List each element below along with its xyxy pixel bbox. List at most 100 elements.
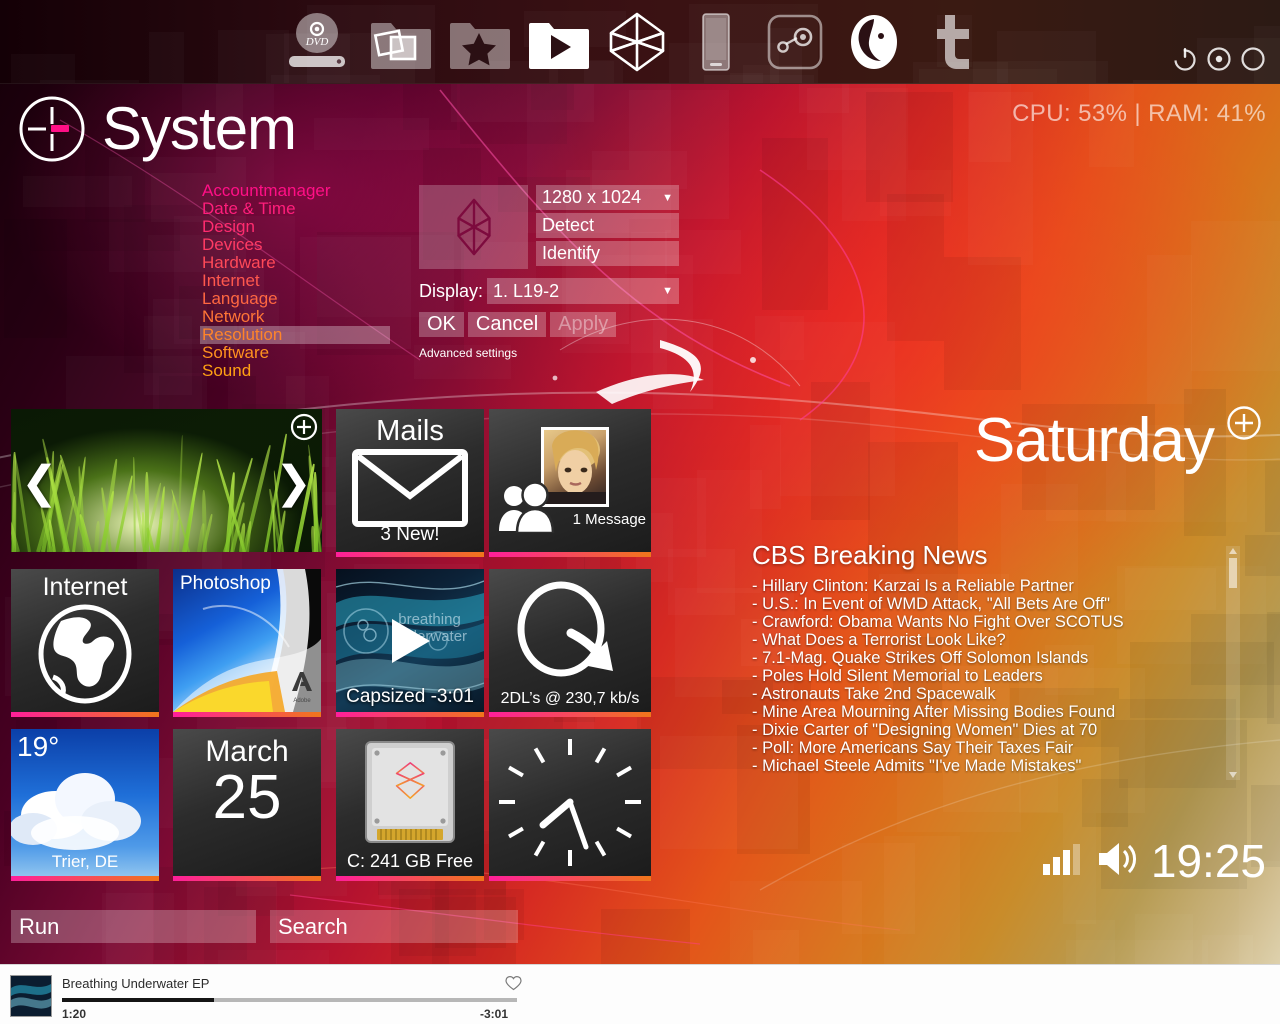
download-tile[interactable]: 2DL’s @ 230,7 kb/s: [489, 569, 651, 717]
sidebar-item-internet[interactable]: Internet: [200, 272, 390, 290]
news-item[interactable]: - Astronauts Take 2nd Spacewalk: [752, 685, 1232, 703]
seek-bar[interactable]: [62, 998, 517, 1002]
news-item[interactable]: - Hillary Clinton: Karzai Is a Reliable …: [752, 577, 1232, 595]
run-input[interactable]: Run: [11, 910, 256, 943]
search-input[interactable]: Search: [270, 910, 518, 943]
sidebar-item-design[interactable]: Design: [200, 218, 390, 236]
sleep-icon[interactable]: [1206, 46, 1232, 77]
news-item[interactable]: - Dixie Carter of "Designing Women" Dies…: [752, 721, 1232, 739]
weather-temperature: 19°: [17, 731, 60, 762]
tile-accent-bar: [489, 876, 651, 881]
analog-clock-tile[interactable]: [489, 729, 651, 881]
tile-accent-bar: [489, 712, 651, 717]
sidebar-item-sound[interactable]: Sound: [200, 362, 390, 380]
favorites-folder-icon[interactable]: [439, 6, 518, 78]
apply-button[interactable]: Apply: [550, 312, 617, 337]
system-control-buttons: [1172, 46, 1266, 77]
scroll-up-icon[interactable]: [1229, 548, 1237, 554]
phone-icon[interactable]: [676, 6, 755, 78]
sidebar-item-network[interactable]: Network: [200, 308, 390, 326]
remaining-time: -3:01: [480, 1007, 509, 1021]
page-title: System: [102, 95, 297, 162]
messenger-tile[interactable]: 1 Message: [489, 409, 651, 557]
scroll-down-icon[interactable]: [1229, 772, 1237, 778]
messenger-count: 1 Message: [572, 511, 646, 528]
tray-clock: 19:25: [1150, 835, 1266, 887]
internet-tile[interactable]: Internet: [11, 569, 159, 717]
restart-icon[interactable]: [1240, 46, 1266, 77]
detect-button[interactable]: Detect: [536, 213, 679, 238]
tile-grid: ❮ ❯ Mails 3 New! 1 Message Internet Phot…: [11, 409, 651, 881]
calendar-day: 25: [212, 763, 282, 832]
internet-title: Internet: [42, 573, 128, 601]
identify-button[interactable]: Identify: [536, 241, 679, 266]
favorite-icon[interactable]: [505, 975, 522, 996]
weather-tile[interactable]: 19° Trier, DE: [11, 729, 159, 881]
dvd-drive-icon[interactable]: DVD: [281, 6, 360, 78]
ssd-drive-icon: [365, 741, 455, 843]
drive-tile[interactable]: C: 241 GB Free: [336, 729, 484, 881]
download-body: 2DL’s @ 230,7 kb/s: [489, 569, 651, 712]
play-icon[interactable]: [382, 613, 438, 669]
sidebar-item-date-time[interactable]: Date & Time: [200, 200, 390, 218]
news-item[interactable]: - 7.1-Mag. Quake Strikes Off Solomon Isl…: [752, 649, 1232, 667]
download-icon: [517, 581, 613, 677]
video-body: breathing underwater Capsized -3:01: [336, 569, 484, 712]
sidebar-item-software[interactable]: Software: [200, 344, 390, 362]
resolution-dropdown[interactable]: 1280 x 1024 ▼: [536, 185, 679, 210]
cancel-button[interactable]: Cancel: [467, 312, 547, 337]
add-tile-icon[interactable]: [290, 413, 318, 446]
desktop-root: DVD System CPU: 53% | RAM: 41% Accountma…: [0, 0, 1280, 1024]
advanced-settings-link[interactable]: Advanced settings: [419, 346, 517, 360]
photo-next-arrow[interactable]: ❯: [275, 461, 312, 505]
sidebar-item-hardware[interactable]: Hardware: [200, 254, 390, 272]
add-widget-icon[interactable]: [1226, 405, 1262, 446]
sidebar-item-language[interactable]: Language: [200, 290, 390, 308]
news-list: - Hillary Clinton: Karzai Is a Reliable …: [752, 577, 1232, 775]
news-item[interactable]: - What Does a Terrorist Look Like?: [752, 631, 1232, 649]
video-player-tile[interactable]: breathing underwater Capsized -3:01: [336, 569, 484, 717]
news-item[interactable]: - U.S.: In Event of WMD Attack, "All Bet…: [752, 595, 1232, 613]
video-label: Capsized -3:01: [346, 686, 474, 707]
pictures-folder-icon[interactable]: [360, 6, 439, 78]
news-item[interactable]: - Crawford: Obama Wants No Fight Over SC…: [752, 613, 1232, 631]
calendar-tile[interactable]: March 25: [173, 729, 321, 881]
photoshop-body: Photoshop Adobe: [173, 569, 321, 712]
sidebar-item-devices[interactable]: Devices: [200, 236, 390, 254]
sidebar-item-resolution[interactable]: Resolution: [200, 326, 390, 344]
seek-fill: [62, 998, 214, 1002]
news-item[interactable]: - Mine Area Mourning After Missing Bodie…: [752, 703, 1232, 721]
power-icon[interactable]: [1172, 46, 1198, 77]
photo-prev-arrow[interactable]: ❮: [21, 461, 58, 505]
display-dropdown[interactable]: 1. L19-2 ▼: [487, 278, 679, 304]
videos-folder-icon[interactable]: [518, 6, 597, 78]
scrollbar-thumb[interactable]: [1229, 558, 1237, 588]
volume-icon[interactable]: [1095, 840, 1141, 883]
signal-strength-icon[interactable]: [1041, 842, 1085, 881]
tile-accent-bar: [11, 712, 159, 717]
chevron-down-icon: ▼: [662, 285, 673, 297]
photoshop-tile[interactable]: Photoshop Adobe: [173, 569, 321, 717]
news-item[interactable]: - Poll: More Americans Say Their Taxes F…: [752, 739, 1232, 757]
zune-logo-icon[interactable]: [597, 6, 676, 78]
firefox-icon[interactable]: [834, 6, 913, 78]
sidebar-item-accountmanager[interactable]: Accountmanager: [200, 182, 390, 200]
mails-tile[interactable]: Mails 3 New!: [336, 409, 484, 557]
photoshop-title: Photoshop: [180, 573, 271, 594]
clock-body: [489, 729, 651, 876]
cpu-ram-readout: CPU: 53% | RAM: 41%: [1012, 100, 1266, 127]
news-item[interactable]: - Poles Hold Silent Memorial to Leaders: [752, 667, 1232, 685]
detect-label: Detect: [542, 215, 595, 235]
news-item[interactable]: - Michael Steele Admits "I've Made Mista…: [752, 757, 1232, 775]
adobe-logo-icon: Adobe: [289, 669, 315, 704]
tile-accent-bar: [336, 876, 484, 881]
tumblr-icon[interactable]: [913, 6, 992, 78]
messenger-body: 1 Message: [489, 409, 651, 552]
album-art[interactable]: [10, 975, 52, 1017]
steam-icon[interactable]: [755, 6, 834, 78]
system-header: System: [18, 95, 297, 163]
photo-gallery-tile[interactable]: ❮ ❯: [11, 409, 322, 557]
ok-button[interactable]: OK: [419, 312, 464, 337]
news-scrollbar[interactable]: [1226, 546, 1240, 780]
contacts-icon: [499, 481, 555, 533]
